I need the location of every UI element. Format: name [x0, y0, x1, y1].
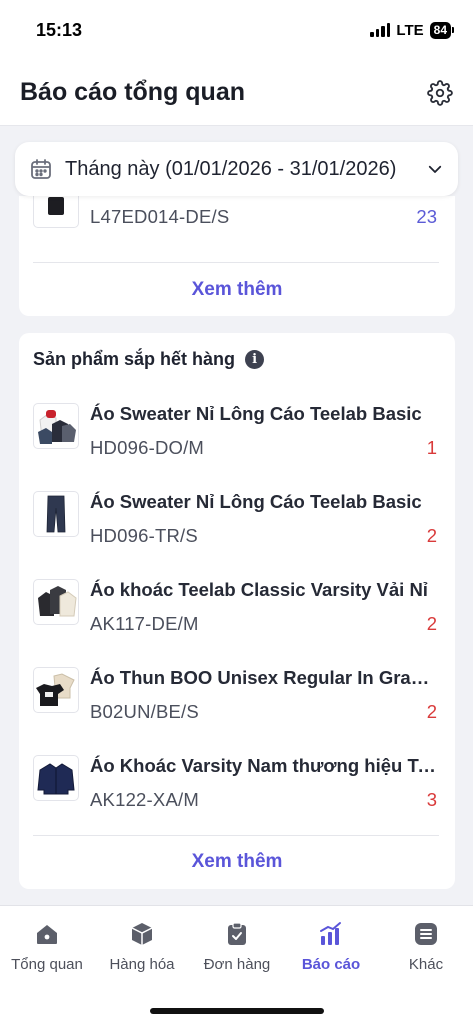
list-item[interactable]: Áo Khoác Varsity Nam thương hiệu Teelab …: [33, 755, 439, 825]
page-header: Báo cáo tổng quan: [0, 60, 473, 126]
gear-icon: [427, 79, 453, 106]
top-products-card: L47ED014-DE/S 23 Xem thêm: [19, 188, 455, 316]
product-thumbnail: [33, 667, 79, 713]
list-item[interactable]: Áo Sweater Nỉ Lông Cáo Teelab Basic HD09…: [33, 491, 439, 561]
product-name: Áo Sweater Nỉ Lông Cáo Teelab Basic: [90, 491, 422, 512]
product-thumbnail: [33, 403, 79, 449]
low-stock-card: Sản phẩm sắp hết hàng i Áo Sweater Nỉ Lô…: [19, 333, 455, 889]
nav-label: Hàng hóa: [109, 956, 175, 973]
product-sku: HD096-DO/M: [90, 437, 205, 458]
product-thumbnail: [33, 755, 79, 801]
list-item[interactable]: Áo Thun BOO Unisex Regular In Graphic B0…: [33, 667, 439, 737]
see-more-link[interactable]: Xem thêm: [19, 851, 455, 873]
product-qty: 2: [426, 613, 437, 634]
status-bar: 15:13 LTE 84: [0, 0, 473, 60]
nav-item-overview[interactable]: Tổng quan: [0, 920, 94, 973]
product-name: Áo khoác Teelab Classic Varsity Vải Nỉ: [90, 579, 428, 600]
product-sku: L47ED014-DE/S: [90, 206, 230, 227]
calendar-icon: [31, 159, 51, 179]
settings-button[interactable]: [425, 78, 455, 108]
product-sku: HD096-TR/S: [90, 525, 198, 546]
clipboard-icon: [223, 920, 251, 948]
chevron-down-icon: [428, 165, 442, 173]
product-qty: 3: [426, 789, 437, 810]
info-icon[interactable]: i: [245, 350, 265, 369]
nav-item-reports[interactable]: Báo cáo: [284, 920, 378, 973]
section-header: Sản phẩm sắp hết hàng i: [33, 349, 265, 370]
nav-item-orders[interactable]: Đơn hàng: [190, 920, 284, 973]
product-sku: AK122-XA/M: [90, 789, 199, 810]
home-indicator[interactable]: [150, 1008, 324, 1014]
divider: [33, 262, 439, 263]
chart-icon: [317, 920, 345, 948]
nav-item-products[interactable]: Hàng hóa: [95, 920, 189, 973]
product-thumbnail: [33, 491, 79, 537]
list-item[interactable]: Áo khoác Teelab Classic Varsity Vải Nỉ A…: [33, 579, 439, 649]
product-qty: 23: [416, 206, 437, 227]
product-sku: B02UN/BE/S: [90, 701, 199, 722]
product-qty: 1: [426, 437, 437, 458]
nav-label: Đơn hàng: [203, 956, 271, 973]
status-indicators: LTE 84: [370, 21, 455, 39]
list-item[interactable]: Áo Sweater Nỉ Lông Cáo Teelab Basic HD09…: [33, 403, 439, 473]
section-title: Sản phẩm sắp hết hàng: [33, 349, 236, 369]
nav-item-more[interactable]: Khác: [379, 920, 473, 973]
product-qty: 2: [426, 701, 437, 722]
menu-icon: [412, 920, 440, 948]
see-more-link[interactable]: Xem thêm: [19, 279, 455, 301]
date-range-selector[interactable]: Tháng này (01/01/2026 - 31/01/2026): [15, 142, 458, 196]
nav-label: Tổng quan: [11, 956, 83, 973]
box-icon: [128, 920, 156, 948]
signal-icon: [370, 23, 391, 37]
nav-label: Báo cáo: [301, 956, 361, 973]
date-range-label: Tháng này (01/01/2026 - 31/01/2026): [65, 157, 397, 180]
list-item[interactable]: L47ED014-DE/S 23: [33, 188, 439, 258]
status-time: 15:13: [36, 19, 83, 40]
divider: [33, 835, 439, 836]
home-icon: [33, 920, 61, 948]
product-sku: AK117-DE/M: [90, 613, 199, 634]
product-name: Áo Thun BOO Unisex Regular In Graphic: [90, 667, 439, 688]
page-title: Báo cáo tổng quan: [20, 78, 245, 106]
product-name: Áo Khoác Varsity Nam thương hiệu Teelab: [90, 755, 439, 776]
product-qty: 2: [426, 525, 437, 546]
battery-icon: 84: [429, 21, 455, 39]
product-thumbnail: [33, 579, 79, 625]
bottom-navigation: Tổng quan Hàng hóa Đơn hàng Báo cáo Khác: [0, 905, 473, 1024]
product-name: Áo Sweater Nỉ Lông Cáo Teelab Basic: [90, 403, 422, 424]
network-label: LTE: [396, 21, 424, 39]
nav-label: Khác: [408, 956, 444, 973]
